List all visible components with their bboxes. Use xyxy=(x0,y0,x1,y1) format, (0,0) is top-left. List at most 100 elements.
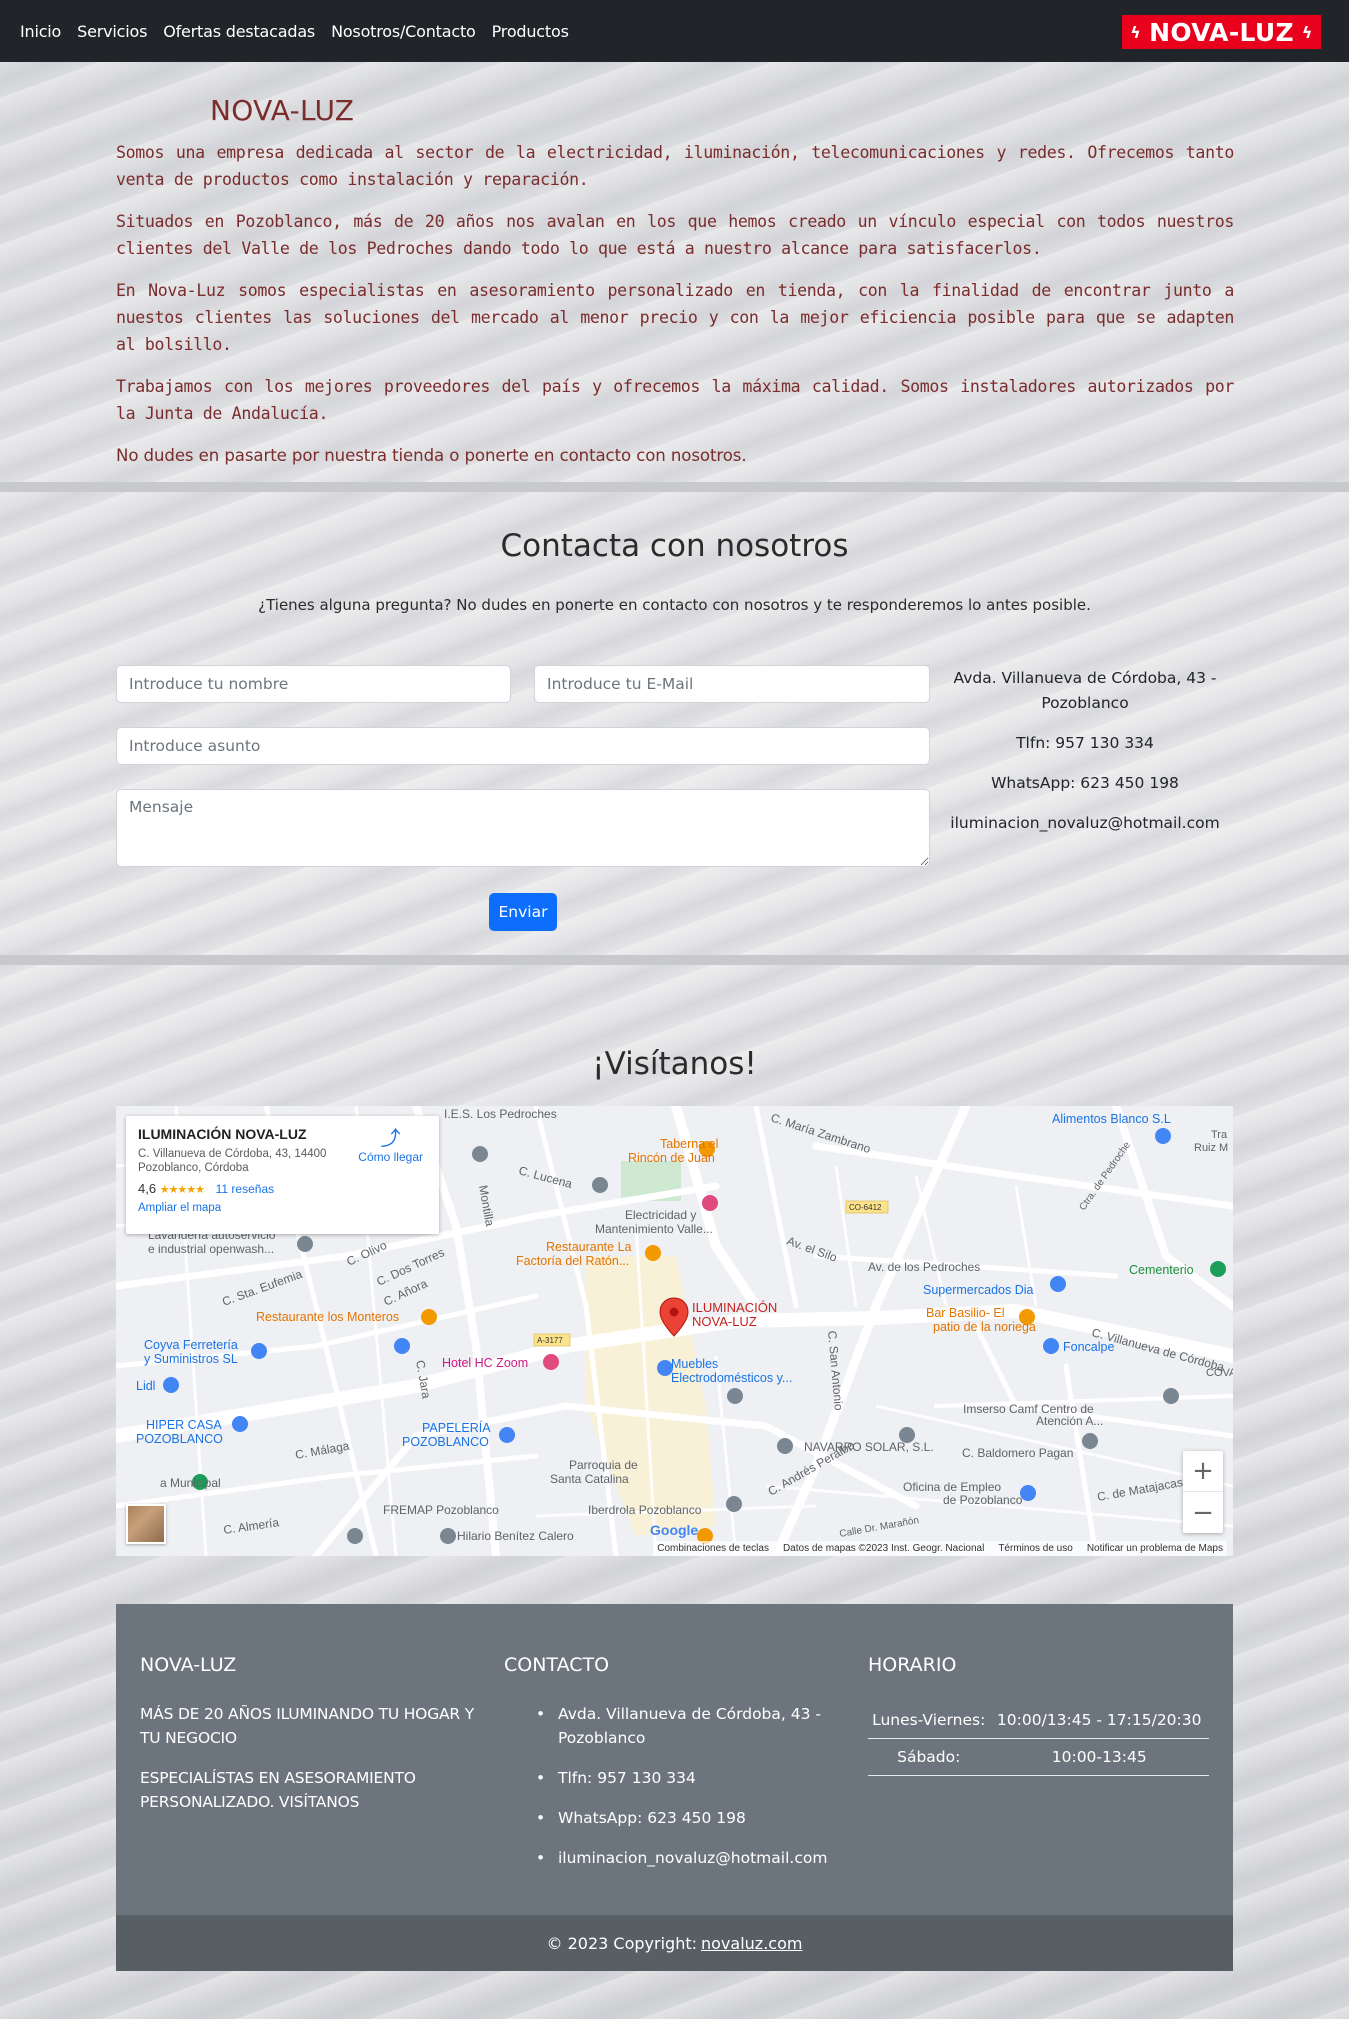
contact-address: Avda. Villanueva de Córdoba, 43 - Pozobl… xyxy=(953,669,1217,712)
place-rating: 4,6 ★★★★★ 11 reseñas xyxy=(138,1181,427,1196)
contact-email: iluminacion_novaluz@hotmail.com xyxy=(950,814,1220,832)
google-map[interactable]: CO-6412 A-3177 ILUMINACIÓN NOVA-LUZ I.E.… xyxy=(116,1106,1233,1556)
footer-contact-item: Avda. Villanueva de Córdoba, 43 - Pozobl… xyxy=(536,1702,844,1750)
map-label: POZOBLANCO xyxy=(402,1435,489,1449)
contact-info: Avda. Villanueva de Córdoba, 43 - Pozobl… xyxy=(950,666,1220,851)
map-footer-link[interactable]: Combinaciones de teclas xyxy=(657,1543,769,1554)
about-paragraph: Trabajamos con los mejores proveedores d… xyxy=(116,377,1234,423)
map-label: Iberdrola Pozoblanco xyxy=(588,1503,702,1517)
map-road-label: CO-6412 xyxy=(849,1203,882,1212)
hours-table: Lunes-Viernes: 10:00/13:45 - 17:15/20:30… xyxy=(868,1702,1209,1776)
contact-whatsapp: WhatsApp: 623 450 198 xyxy=(991,774,1179,792)
map-label: Foncalpe xyxy=(1063,1340,1114,1354)
subject-input[interactable] xyxy=(116,727,930,765)
map-attribution: Combinaciones de teclas Datos de mapas ©… xyxy=(653,1541,1227,1556)
marker-label: NOVA-LUZ xyxy=(692,1314,757,1329)
map-label: Lidl xyxy=(136,1379,155,1393)
directions-icon: ⤴ xyxy=(380,1128,401,1150)
map-label: Taberna el xyxy=(660,1137,718,1151)
map-footer-link[interactable]: Términos de uso xyxy=(998,1543,1072,1554)
map-label: Hotel HC Zoom xyxy=(442,1356,528,1370)
marker-label: ILUMINACIÓN xyxy=(692,1300,777,1315)
nav-links: Inicio Servicios Ofertas destacadas Noso… xyxy=(12,22,577,41)
zoom-out-button[interactable]: − xyxy=(1183,1492,1223,1533)
hours-day: Lunes-Viernes: xyxy=(868,1702,990,1739)
hours-day: Sábado: xyxy=(868,1738,990,1776)
map-label: POZOBLANCO xyxy=(136,1432,223,1446)
name-input[interactable] xyxy=(116,665,511,703)
footer-hours: HORARIO Lunes-Viernes: 10:00/13:45 - 17:… xyxy=(868,1654,1209,1776)
about-paragraph: Somos una empresa dedicada al sector de … xyxy=(116,143,1234,189)
nav-link-servicios[interactable]: Servicios xyxy=(69,22,155,41)
map-label: HIPER CASA xyxy=(146,1418,222,1432)
footer-text: ESPECIALÍSTAS EN ASESORAMIENTO PERSONALI… xyxy=(140,1769,416,1811)
copyright-bar: © 2023 Copyright: novaluz.com xyxy=(116,1915,1233,1971)
lightning-icon: ϟ xyxy=(1301,22,1313,42)
nav-link-ofertas[interactable]: Ofertas destacadas xyxy=(155,22,323,41)
map-label: Mantenimiento Valle... xyxy=(595,1222,713,1236)
map-label: y Suministros SL xyxy=(144,1352,238,1366)
about-section: NOVA-LUZ Somos una empresa dedicada al s… xyxy=(116,94,1234,484)
footer-contact-item: iluminacion_novaluz@hotmail.com xyxy=(536,1846,844,1870)
copyright-link[interactable]: novaluz.com xyxy=(701,1934,802,1953)
map-label: Av. de los Pedroches xyxy=(868,1260,980,1274)
about-paragraph: No dudes en pasarte por nuestra tienda o… xyxy=(116,446,747,465)
footer-about: NOVA-LUZ MÁS DE 20 AÑOS ILUMINANDO TU HO… xyxy=(140,1654,480,1830)
hours-row: Lunes-Viernes: 10:00/13:45 - 17:15/20:30 xyxy=(868,1702,1209,1739)
map-label: Electricidad y xyxy=(625,1208,696,1222)
map-label: de Pozoblanco xyxy=(943,1493,1023,1507)
map-label: Parroquia de xyxy=(569,1458,638,1472)
footer-title: NOVA-LUZ xyxy=(140,1654,237,1676)
map-label: COVA xyxy=(1206,1367,1233,1379)
footer-title: CONTACTO xyxy=(504,1654,610,1676)
email-input[interactable] xyxy=(534,665,930,703)
rating-value: 4,6 xyxy=(138,1181,157,1196)
about-paragraph: En Nova-Luz somos especialistas en aseso… xyxy=(116,281,1234,354)
map-label: I.E.S. Los Pedroches xyxy=(444,1107,557,1121)
map-footer-link[interactable]: Notificar un problema de Maps xyxy=(1087,1543,1223,1554)
map-place-card: ILUMINACIÓN NOVA-LUZ C. Villanueva de Có… xyxy=(126,1116,439,1234)
map-label: Tra xyxy=(1211,1129,1228,1141)
map-label: Santa Catalina xyxy=(550,1472,629,1486)
enlarge-map-link[interactable]: Ampliar el mapa xyxy=(138,1202,427,1214)
directions-button[interactable]: ⤴ Cómo llegar xyxy=(358,1128,423,1164)
about-title: NOVA-LUZ xyxy=(210,94,355,127)
hours-time: 10:00/13:45 - 17:15/20:30 xyxy=(989,1702,1209,1739)
footer-contact-list: Avda. Villanueva de Córdoba, 43 - Pozobl… xyxy=(504,1702,844,1870)
map-label: Ruiz M xyxy=(1194,1142,1228,1154)
map-label: Alimentos Blanco S.L xyxy=(1052,1112,1171,1126)
map-label: Restaurante los Monteros xyxy=(256,1310,399,1324)
map-label: Muebles xyxy=(671,1357,718,1371)
visit-title: ¡Visítanos! xyxy=(592,1046,757,1082)
map-label: Atención A... xyxy=(1036,1414,1103,1428)
satellite-toggle[interactable] xyxy=(126,1504,166,1544)
footer-title: HORARIO xyxy=(868,1654,957,1676)
map-label: patio de la noriega xyxy=(933,1320,1036,1334)
nav-link-nosotros[interactable]: Nosotros/Contacto xyxy=(323,22,484,41)
brand-logo[interactable]: ϟ NOVA-LUZ ϟ xyxy=(1122,15,1321,49)
map-label: Factoría del Ratón... xyxy=(516,1254,629,1268)
nav-link-inicio[interactable]: Inicio xyxy=(12,22,69,41)
message-textarea[interactable] xyxy=(116,789,930,867)
footer-contact-item: WhatsApp: 623 450 198 xyxy=(536,1806,844,1830)
map-label: Restaurante La xyxy=(546,1240,632,1254)
nav-link-productos[interactable]: Productos xyxy=(484,22,577,41)
map-footer-text: Datos de mapas ©2023 Inst. Geogr. Nacion… xyxy=(782,1543,985,1554)
about-paragraph: Situados en Pozoblanco, más de 20 años n… xyxy=(116,212,1234,258)
reviews-link[interactable]: 11 reseñas xyxy=(216,1182,274,1196)
map-label: Cementerio xyxy=(1129,1263,1194,1277)
map-road-label: A-3177 xyxy=(537,1336,563,1345)
zoom-in-button[interactable]: + xyxy=(1183,1451,1223,1492)
hours-row: Sábado: 10:00-13:45 xyxy=(868,1738,1209,1776)
map-label: a Municipal xyxy=(160,1476,221,1490)
map-label: FREMAP Pozoblanco xyxy=(383,1503,499,1517)
footer-contact: CONTACTO Avda. Villanueva de Córdoba, 43… xyxy=(504,1654,844,1886)
map-label: Bar Basilio- El xyxy=(926,1306,1005,1320)
map-label: Hilario Benítez Calero xyxy=(457,1529,574,1543)
lightning-icon: ϟ xyxy=(1130,22,1142,42)
send-button[interactable]: Enviar xyxy=(489,893,557,931)
map-label: Oficina de Empleo xyxy=(903,1480,1001,1494)
map-label: Coyva Ferretería xyxy=(144,1338,238,1352)
directions-label: Cómo llegar xyxy=(358,1150,423,1164)
navbar: Inicio Servicios Ofertas destacadas Noso… xyxy=(0,0,1349,62)
